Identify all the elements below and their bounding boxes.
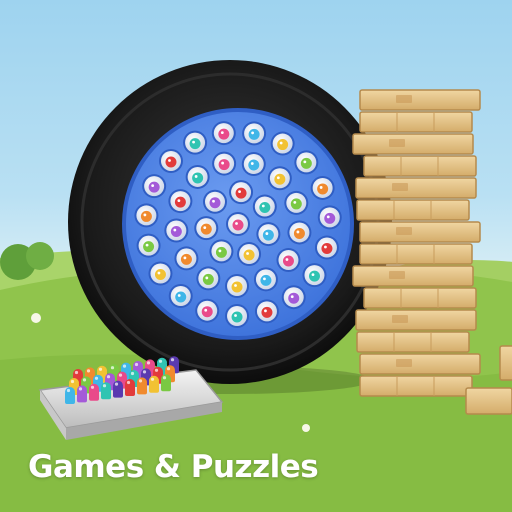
tower-block: [352, 265, 474, 287]
puzzle-peg: [137, 377, 147, 395]
puzzle-peg: [65, 387, 75, 404]
tower-block: [352, 133, 474, 155]
board-hole: [242, 121, 267, 146]
puzzle-peg: [161, 374, 171, 392]
tower-block: [363, 155, 477, 177]
tower-block: [359, 243, 473, 265]
board-hole: [310, 175, 335, 200]
puzzle-peg: [89, 383, 99, 401]
board-hole: [276, 248, 301, 273]
scene-illustration: [0, 60, 512, 512]
tower-block: [355, 309, 477, 331]
tower-block: [356, 199, 470, 221]
puzzle-peg: [113, 380, 123, 398]
tower-block: [355, 177, 477, 199]
board-hole: [237, 242, 262, 267]
category-tile[interactable]: Games & Puzzles: [0, 0, 512, 512]
board-hole: [183, 130, 208, 155]
tower-block: [359, 89, 481, 111]
board-hole: [229, 180, 254, 205]
tower-block: [356, 331, 470, 353]
board-hole: [168, 189, 193, 214]
board-hole: [241, 152, 266, 177]
board-hole: [194, 216, 219, 241]
tower-block: [359, 221, 481, 243]
board-hole: [294, 150, 319, 175]
board-hole: [185, 164, 210, 189]
board-hole: [270, 131, 295, 156]
tower-block: [363, 287, 477, 309]
board-hole: [302, 263, 327, 288]
board-hole: [164, 218, 189, 243]
puzzle-peg: [149, 375, 159, 393]
board-hole: [203, 189, 228, 214]
board-hole: [226, 212, 250, 236]
board-hole: [287, 220, 312, 245]
tower-block: [359, 375, 473, 397]
board-hole: [225, 303, 250, 328]
category-caption: Games & Puzzles: [28, 449, 319, 485]
board-hole: [195, 298, 220, 323]
board-hole: [174, 246, 199, 271]
board-hole: [252, 194, 277, 219]
board-hole: [284, 190, 309, 215]
board-hole: [211, 121, 236, 146]
board-hole: [209, 239, 234, 264]
board-hole: [253, 267, 278, 292]
board-hole: [281, 285, 306, 310]
board-hole: [267, 166, 292, 191]
board-hole: [142, 174, 167, 199]
puzzle-peg: [101, 382, 111, 400]
board-hole: [134, 203, 159, 228]
board-hole: [136, 233, 161, 258]
puzzle-peg: [125, 379, 135, 396]
board-hole: [225, 273, 250, 298]
tower-block: [359, 353, 481, 375]
board-hole: [314, 235, 339, 260]
board-hole: [254, 299, 279, 324]
board-hole: [168, 283, 193, 308]
puzzle-peg: [77, 385, 87, 403]
board-hole: [212, 151, 237, 176]
tower-block: [359, 111, 473, 133]
board-hole: [148, 261, 173, 286]
board-hole: [196, 266, 221, 291]
board-hole: [317, 205, 342, 230]
board-hole: [256, 222, 281, 247]
board-hole: [158, 148, 183, 173]
